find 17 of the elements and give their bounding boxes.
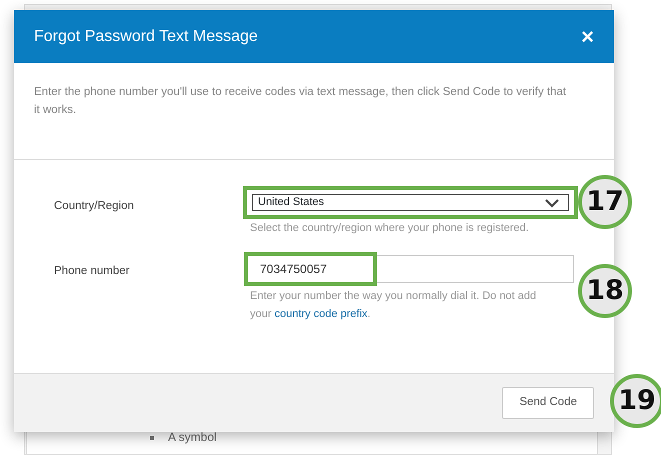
bullet-text: A symbol	[168, 430, 217, 444]
description-text: Enter the phone number you'll use to receive codes via text message, then click Send Code to verify that it works.	[14, 63, 614, 160]
field-label: Country/Region	[54, 199, 135, 214]
bullet-icon	[150, 436, 154, 440]
callout-number: 19	[610, 374, 661, 428]
help-text: Enter your number the way you normally dial it. Do not add your country code prefix.	[250, 289, 538, 322]
send-code-button[interactable]: Send Code	[502, 387, 594, 419]
callout-number: 17	[578, 175, 632, 229]
phone-input-field[interactable]: 7034750057	[247, 255, 574, 284]
callout-number: 18	[578, 264, 632, 318]
country-code-link[interactable]: country code prefix	[274, 308, 368, 320]
help-text: Select the country/region where your phone is registered.	[250, 221, 530, 236]
country-select[interactable]: United States	[252, 194, 569, 211]
close-button[interactable]: ×	[581, 26, 594, 48]
dialog-title: Forgot Password Text Message	[34, 26, 258, 46]
chevron-down-icon	[544, 198, 560, 208]
field-label: Phone number	[54, 264, 130, 280]
